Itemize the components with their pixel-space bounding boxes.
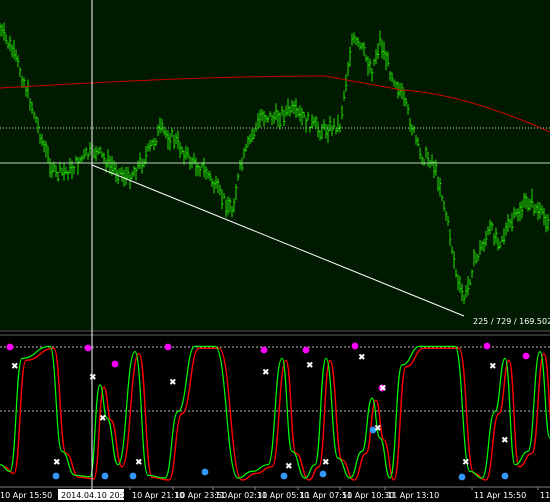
cross-marker-icon: ✖ xyxy=(262,368,270,378)
bottom-signal-marker xyxy=(458,473,466,481)
price-panel[interactable]: 225 / 729 / 169.502 xyxy=(0,0,550,330)
top-signal-marker xyxy=(164,343,172,351)
top-signal-marker xyxy=(302,346,310,354)
time-axis-label: 11 Apr 13:10 xyxy=(387,491,439,500)
cross-marker-icon: ✖ xyxy=(374,424,382,434)
cross-marker-icon: ✖ xyxy=(135,458,143,468)
cross-marker-icon: ✖ xyxy=(99,414,107,424)
top-signal-marker xyxy=(522,352,530,360)
cross-marker-icon: ✖ xyxy=(501,436,509,446)
bottom-signal-marker xyxy=(52,472,60,480)
time-axis-label: 11 Ap xyxy=(540,491,550,500)
top-signal-marker xyxy=(483,342,491,350)
cross-marker-icon: ✖ xyxy=(89,373,97,383)
cross-marker-icon: ✖ xyxy=(53,458,61,468)
cross-marker-icon: ✖ xyxy=(169,378,177,388)
top-signal-marker xyxy=(260,346,268,354)
time-axis-label: 11 Apr 15:50 xyxy=(474,491,526,500)
measure-label: 225 / 729 / 169.502 xyxy=(473,317,550,326)
cross-marker-icon: ✖ xyxy=(322,458,330,468)
cross-marker-icon: ✖ xyxy=(306,361,314,371)
stamp-text: 2014.04.10 20:20 xyxy=(61,491,132,500)
bottom-signal-marker xyxy=(501,472,509,480)
cross-marker-icon: ✖ xyxy=(379,384,387,394)
crosshair-time-stamp: 2014.04.10 20:20 xyxy=(58,489,132,500)
top-signal-marker xyxy=(84,344,92,352)
cross-marker-icon: ✖ xyxy=(358,353,366,363)
top-signal-marker xyxy=(351,342,359,350)
bottom-signal-marker xyxy=(201,468,209,476)
trading-chart[interactable]: 225 / 729 / 169.502 ✖ ✖ ✖ ✖ ✖ ✖ ✖ ✖ ✖ ✖ ✖ ✖ ✖ ✖ ✖ ✖ 10 … xyxy=(0,0,550,502)
bottom-signal-marker xyxy=(280,472,288,480)
cross-marker-icon: ✖ xyxy=(285,462,293,472)
time-axis-label: 10 Apr 15:50 xyxy=(0,491,52,500)
top-signal-marker xyxy=(6,343,14,351)
cross-marker-icon: ✖ xyxy=(11,362,19,372)
cross-marker-icon: ✖ xyxy=(462,458,470,468)
bottom-signal-marker xyxy=(129,472,137,480)
cross-marker-icon: ✖ xyxy=(489,362,497,372)
top-signal-marker xyxy=(111,360,119,368)
bottom-signal-marker xyxy=(319,470,327,478)
bottom-signal-marker xyxy=(101,472,109,480)
